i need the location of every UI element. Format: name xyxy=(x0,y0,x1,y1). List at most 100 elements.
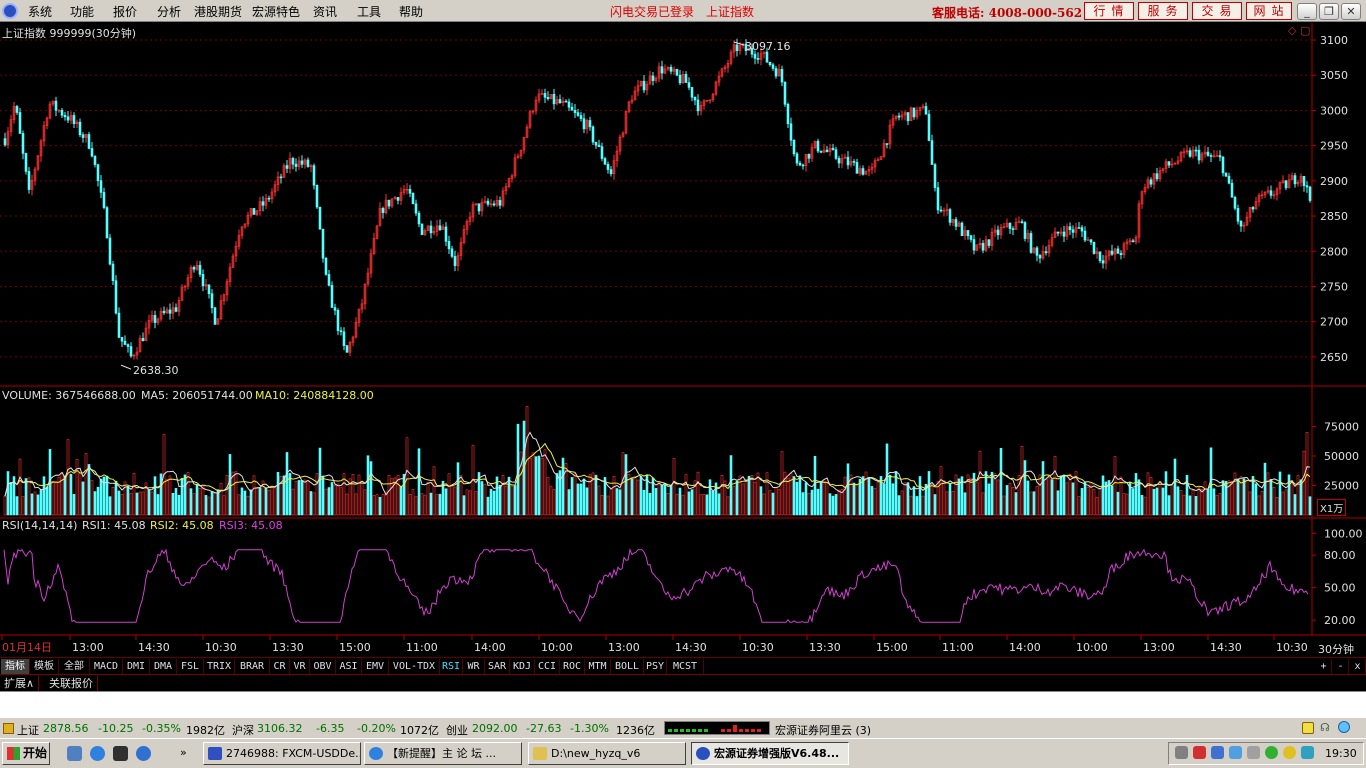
quicklaunch-media-icon[interactable] xyxy=(113,746,128,761)
tab-control-close[interactable]: x xyxy=(1350,659,1366,674)
indicator-tab-mcst[interactable]: MCST xyxy=(667,659,704,674)
pane-expand-icon[interactable]: ◇ ▢ xyxy=(1288,24,1310,37)
indicator-tab-dmi[interactable]: DMI xyxy=(123,659,150,674)
indicator-tab-vol-tdx[interactable]: VOL-TDX xyxy=(389,659,440,674)
candle-body xyxy=(438,225,442,230)
clock[interactable]: 19:30 xyxy=(1325,747,1357,760)
indicator-tab-cr[interactable]: CR xyxy=(270,659,290,674)
indicator-tab-模板[interactable]: 模板 xyxy=(30,659,59,674)
menu-system[interactable]: 系统 xyxy=(28,3,52,20)
server-name[interactable]: 宏源证券阿里云 (3) xyxy=(775,722,871,738)
candle-body xyxy=(816,140,820,152)
tray-shield-icon[interactable] xyxy=(1229,746,1242,759)
indicator-tab-wr[interactable]: WR xyxy=(463,659,485,674)
index-ticker-bar: 上证 2878.56 -10.25 -0.35% 1982亿 沪深 3106.3… xyxy=(0,717,1366,738)
tray-update-icon[interactable] xyxy=(1265,746,1278,759)
start-button[interactable]: 开始 xyxy=(2,742,50,765)
menu-bar: 系统 功能 报价 分析 港股期货 宏源特色 资讯 工具 帮助 闪电交易已登录 上… xyxy=(0,0,1366,22)
chart-canvas[interactable]: 3100 3050 3000 2950 2900 2850 2800 2750 2700 2650… xyxy=(0,23,1366,658)
menu-hongyuan[interactable]: 宏源特色 xyxy=(252,3,300,20)
task-forum[interactable]: 【新提醒】主 论 坛 ... xyxy=(364,742,522,765)
indicator-tab-psy[interactable]: PSY xyxy=(644,659,667,674)
nav-quotes-button[interactable]: 行情 xyxy=(1084,2,1134,20)
candle-body xyxy=(213,307,217,325)
indicator-tab-brar[interactable]: BRAR xyxy=(235,659,270,674)
volume-bar xyxy=(435,494,439,516)
candle-body xyxy=(336,310,340,331)
menu-help[interactable]: 帮助 xyxy=(399,3,423,20)
indicator-tab-trix[interactable]: TRIX xyxy=(204,659,235,674)
volume-bar xyxy=(1287,474,1291,516)
volume-bar xyxy=(39,489,43,516)
candle-body xyxy=(1233,196,1237,209)
indicator-tab-cci[interactable]: CCI xyxy=(535,659,560,674)
indicator-tab-obv[interactable]: OBV xyxy=(310,659,336,674)
message-icon[interactable] xyxy=(1302,722,1314,734)
indicator-tab-boll[interactable]: BOLL xyxy=(611,659,644,674)
connection-icon[interactable] xyxy=(1338,721,1350,733)
minimize-button[interactable]: _ xyxy=(1297,3,1317,20)
volume-bar xyxy=(975,482,979,516)
indicator-tab-emv[interactable]: EMV xyxy=(362,659,389,674)
quicklaunch-ie-icon[interactable] xyxy=(90,746,105,761)
indicator-tab-mtm[interactable]: MTM xyxy=(585,659,611,674)
candle-body xyxy=(609,169,613,175)
flash-trade-status[interactable]: 闪电交易已登录 xyxy=(610,3,694,20)
tray-keyboard-icon[interactable] xyxy=(1175,746,1188,759)
volume-bar xyxy=(1290,479,1294,516)
indicator-tab-kdj[interactable]: KDJ xyxy=(510,659,535,674)
tray-volume-icon[interactable] xyxy=(1247,746,1260,759)
task-hongyuan[interactable]: 宏源证券增强版V6.48... xyxy=(691,742,849,765)
volume-bar xyxy=(1173,458,1177,516)
alert-icon[interactable] xyxy=(3,723,14,734)
indicator-tab-fsl[interactable]: FSL xyxy=(177,659,204,674)
expand-tab[interactable]: 扩展∧ xyxy=(0,676,40,691)
tab-control-add[interactable]: + xyxy=(1316,659,1332,674)
menu-info[interactable]: 资讯 xyxy=(313,3,337,20)
period-label[interactable]: 30分钟 xyxy=(1318,641,1354,657)
menu-analysis[interactable]: 分析 xyxy=(157,3,181,20)
quicklaunch-browser-icon[interactable] xyxy=(136,746,151,761)
tray-antivirus-icon[interactable] xyxy=(1193,746,1206,759)
close-button[interactable]: ✕ xyxy=(1341,3,1361,20)
volume-bar xyxy=(201,485,205,516)
candle-body xyxy=(192,267,196,270)
volume-bar xyxy=(1299,479,1303,516)
volume-bar xyxy=(96,486,100,516)
related-quotes-tab[interactable]: 关联报价 xyxy=(45,676,98,691)
candle-body xyxy=(831,147,835,150)
indicator-tab-指标[interactable]: 指标 xyxy=(1,659,30,674)
menu-hk-futures[interactable]: 港股期货 xyxy=(194,3,242,20)
indicator-tab-roc[interactable]: ROC xyxy=(560,659,585,674)
volume-bar xyxy=(1038,474,1042,516)
tray-notify-icon[interactable] xyxy=(1283,746,1296,759)
indicator-tab-asi[interactable]: ASI xyxy=(336,659,362,674)
quicklaunch-desktop-icon[interactable] xyxy=(67,746,82,761)
tab-control-remove[interactable]: - xyxy=(1333,659,1349,674)
indicator-tab-sar[interactable]: SAR xyxy=(485,659,510,674)
menu-function[interactable]: 功能 xyxy=(70,3,94,20)
indicator-tab-rsi[interactable]: RSI xyxy=(440,659,463,674)
indicator-tab-macd[interactable]: MACD xyxy=(90,659,123,674)
volume-bar xyxy=(597,485,601,516)
nav-website-button[interactable]: 网站 xyxy=(1246,2,1292,20)
menu-quote[interactable]: 报价 xyxy=(113,3,137,20)
menu-tools[interactable]: 工具 xyxy=(357,3,381,20)
task-fxcm[interactable]: 2746988: FXCM-USDDe... xyxy=(203,742,361,765)
ticker-cy-name: 创业 xyxy=(446,724,468,737)
nav-trade-button[interactable]: 交易 xyxy=(1192,2,1242,20)
nav-service-button[interactable]: 服务 xyxy=(1138,2,1188,20)
volume-bar xyxy=(1248,491,1252,516)
tray-network-icon[interactable] xyxy=(1211,746,1224,759)
task-folder[interactable]: D:\new_hyzq_v6 xyxy=(528,742,686,765)
candle-body xyxy=(1227,175,1231,184)
network-icon[interactable]: ☊ xyxy=(1320,721,1330,734)
indicator-tab-vr[interactable]: VR xyxy=(290,659,310,674)
quicklaunch-more-icon[interactable]: » xyxy=(180,746,187,759)
indicator-tab-全部[interactable]: 全部 xyxy=(59,659,90,674)
restore-button[interactable]: ❐ xyxy=(1319,3,1339,20)
candle-body xyxy=(450,248,454,257)
tray-im-icon[interactable] xyxy=(1301,746,1314,759)
indicator-tab-dma[interactable]: DMA xyxy=(150,659,177,674)
chart-area[interactable]: 3100 3050 3000 2950 2900 2850 2800 2750 2700 2650… xyxy=(0,23,1366,658)
